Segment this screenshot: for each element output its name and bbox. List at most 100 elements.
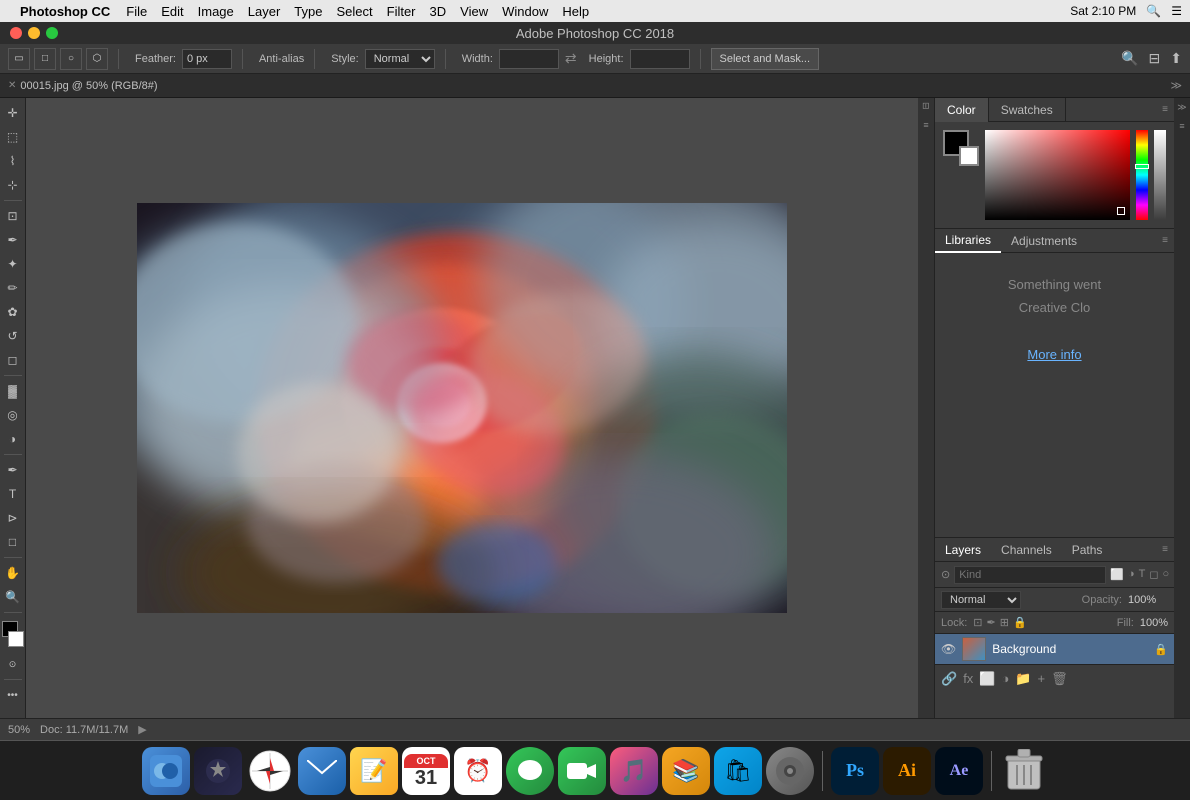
color-panel-options[interactable]: ≡ [1162, 104, 1174, 115]
menu-window[interactable]: Window [502, 4, 548, 19]
magic-wand-tool[interactable]: ⊹ [2, 174, 24, 196]
hue-slider[interactable] [1136, 130, 1148, 220]
dock-launchpad[interactable] [194, 747, 242, 795]
blend-mode-select[interactable]: Normal Multiply Screen [941, 591, 1021, 609]
share-toolbar-icon[interactable]: ⬆ [1170, 50, 1182, 67]
hand-tool[interactable]: ✋ [2, 562, 24, 584]
dock-illustrator[interactable]: Ai [883, 747, 931, 795]
new-layer-icon[interactable]: + [1038, 671, 1046, 686]
adjustment-layer-icon[interactable]: ◑ [1002, 671, 1010, 686]
layer-visibility-icon[interactable]: 👁 [941, 642, 956, 656]
dock-ae[interactable]: Ae [935, 747, 983, 795]
crop-tool[interactable]: ⊡ [2, 205, 24, 227]
swap-icon[interactable]: ⇄ [565, 50, 577, 67]
dock-facetime[interactable] [558, 747, 606, 795]
menu-3d[interactable]: 3D [430, 4, 447, 19]
dock-appstore[interactable]: 🛍 [714, 747, 762, 795]
menu-view[interactable]: View [460, 4, 488, 19]
menu-type[interactable]: Type [294, 4, 322, 19]
dock-trash[interactable] [1000, 747, 1048, 795]
dock-photoshop[interactable]: Ps [831, 747, 879, 795]
maximize-button[interactable] [46, 27, 58, 39]
search-icon[interactable]: 🔍 [1146, 4, 1161, 18]
dock-ibooks[interactable]: 📚 [662, 747, 710, 795]
lasso-tool[interactable]: ⌇ [2, 150, 24, 172]
selection-rect-btn[interactable]: ▭ [8, 48, 30, 70]
tab-paths[interactable]: Paths [1062, 538, 1113, 562]
add-style-icon[interactable]: fx [963, 671, 973, 686]
menu-edit[interactable]: Edit [161, 4, 183, 19]
width-input[interactable] [499, 49, 559, 69]
dock-messages[interactable] [506, 747, 554, 795]
menu-help[interactable]: Help [562, 4, 589, 19]
feather-input[interactable] [182, 49, 232, 69]
lock-all-icon[interactable]: 🔒 [1013, 616, 1027, 629]
heal-tool[interactable]: ✦ [2, 253, 24, 275]
layers-panel-options[interactable]: ≡ [1162, 544, 1174, 555]
select-mask-button[interactable]: Select and Mask... [711, 48, 820, 70]
path-select-tool[interactable]: ⊳ [2, 507, 24, 529]
tab-expand-icon[interactable]: ≫ [1170, 79, 1182, 92]
menu-select[interactable]: Select [336, 4, 372, 19]
lock-pixels-icon[interactable]: ⊡ [973, 616, 982, 629]
shape-tool[interactable]: □ [2, 531, 24, 553]
canvas-area[interactable]: ⊟ ≡ [26, 98, 934, 718]
search-toolbar-icon[interactable]: 🔍 [1121, 50, 1138, 67]
menu-file[interactable]: File [126, 4, 147, 19]
text-tool[interactable]: T [2, 483, 24, 505]
clone-tool[interactable]: ✿ [2, 301, 24, 323]
menu-layer[interactable]: Layer [248, 4, 281, 19]
panel-icon2[interactable]: ≡ [1179, 121, 1184, 131]
close-button[interactable] [10, 27, 22, 39]
dodge-tool[interactable]: ◑ [2, 428, 24, 450]
selection-square-btn[interactable]: □ [34, 48, 56, 70]
select-tool[interactable]: ⬚ [2, 126, 24, 148]
tab-color[interactable]: Color [935, 98, 989, 122]
tab-libraries[interactable]: Libraries [935, 229, 1001, 253]
height-input[interactable] [630, 49, 690, 69]
alpha-slider[interactable] [1154, 130, 1166, 220]
add-mask-icon[interactable]: ⬜ [979, 671, 995, 687]
tab-swatches[interactable]: Swatches [989, 98, 1066, 122]
tab-adjustments[interactable]: Adjustments [1001, 229, 1087, 253]
dock-reminders[interactable]: ⏰ [454, 747, 502, 795]
filter-pixel-icon[interactable]: ⬜ [1110, 568, 1124, 581]
lock-position-icon[interactable]: ✒ [987, 616, 996, 629]
dock-safari[interactable] [246, 747, 294, 795]
filter-toggle[interactable]: ○ [1162, 568, 1169, 581]
menu-filter[interactable]: Filter [387, 4, 416, 19]
tab-close-icon[interactable]: ✕ [8, 80, 16, 91]
delete-layer-icon[interactable]: 🗑 [1051, 671, 1068, 687]
background-well[interactable] [959, 146, 979, 166]
background-color[interactable] [8, 631, 24, 647]
pen-tool[interactable]: ✒ [2, 459, 24, 481]
style-select[interactable]: Normal Fixed Ratio Fixed Size [365, 49, 435, 69]
tab-channels[interactable]: Channels [991, 538, 1062, 562]
selection-circle-btn[interactable]: ○ [60, 48, 82, 70]
dock-sysprefs[interactable] [766, 747, 814, 795]
dock-notes[interactable]: 📝 [350, 747, 398, 795]
dock-mail[interactable] [298, 747, 346, 795]
filter-adj-icon[interactable]: ◑ [1128, 568, 1135, 581]
view-toolbar-icon[interactable]: ⊟ [1149, 50, 1161, 67]
panel-collapse-icon[interactable]: ≫ [1177, 102, 1186, 113]
lock-artboard-icon[interactable]: ⊞ [1000, 616, 1009, 629]
dock-calendar[interactable]: OCT 31 [402, 747, 450, 795]
layer-background[interactable]: 👁 Background 🔒 [935, 634, 1174, 664]
layers-filter-input[interactable] [954, 566, 1106, 584]
tab-layers[interactable]: Layers [935, 538, 991, 562]
more-tools-btn[interactable]: ••• [2, 684, 24, 706]
move-tool[interactable]: ✛ [2, 102, 24, 124]
dock-itunes[interactable]: 🎵 [610, 747, 658, 795]
dock-finder[interactable] [142, 747, 190, 795]
canvas-strip-icon1[interactable]: ⊟ [921, 102, 931, 110]
eraser-tool[interactable]: ◻ [2, 349, 24, 371]
history-tool[interactable]: ↺ [2, 325, 24, 347]
status-more-icon[interactable]: ▶ [138, 723, 146, 736]
group-layers-icon[interactable]: 📁 [1015, 671, 1031, 687]
zoom-tool[interactable]: 🔍 [2, 586, 24, 608]
blur-tool[interactable]: ◎ [2, 404, 24, 426]
menu-image[interactable]: Image [198, 4, 234, 19]
canvas-strip-icon2[interactable]: ≡ [923, 120, 928, 130]
lib-more-info-link[interactable]: More info [1027, 347, 1081, 362]
